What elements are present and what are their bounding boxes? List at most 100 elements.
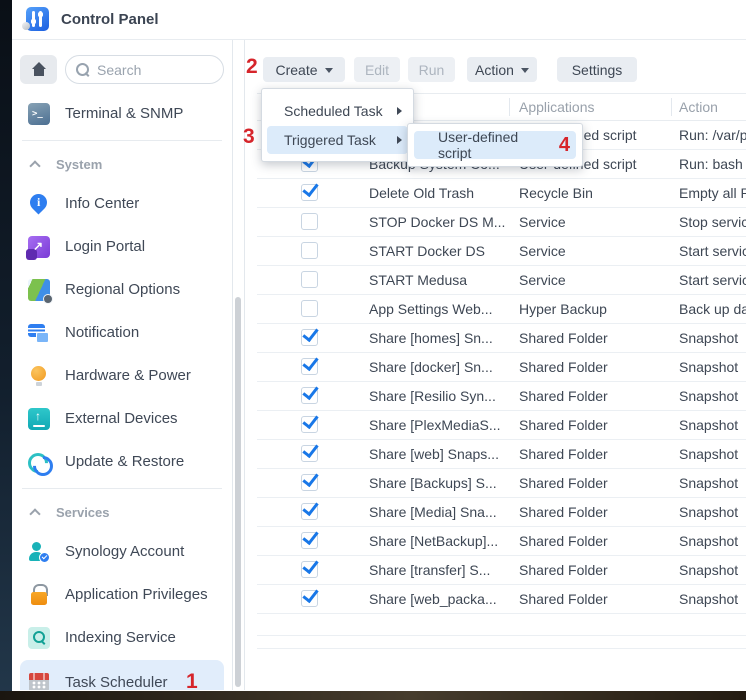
control-panel-icon — [22, 6, 49, 33]
table-row[interactable]: App Settings Web... Hyper Backup Back up… — [257, 295, 746, 324]
sidebar-item-login-portal[interactable]: Login Portal — [12, 225, 232, 268]
table-row[interactable]: Share [Backups] S... Shared Folder Snaps… — [257, 469, 746, 498]
menu-item-triggered-task[interactable]: Triggered Task — [267, 126, 408, 154]
sidebar-item-info-center[interactable]: Info Center — [12, 182, 232, 225]
chevron-up-icon — [29, 160, 40, 171]
action-cell: Empty all R — [679, 185, 746, 201]
sidebar-section-system[interactable]: System — [12, 146, 232, 182]
row-checkbox[interactable] — [301, 416, 318, 433]
sidebar-item-external-devices[interactable]: External Devices — [12, 397, 232, 440]
sidebar-divider — [22, 140, 222, 141]
task-name-cell: Share [PlexMediaS... — [369, 417, 511, 433]
screen: Control Panel Terminal & SNMP System Inf… — [0, 0, 746, 700]
row-checkbox[interactable] — [301, 503, 318, 520]
row-checkbox[interactable] — [301, 329, 318, 346]
task-name-cell: Share [Resilio Syn... — [369, 388, 511, 404]
task-name-cell: Share [web_packa... — [369, 591, 511, 607]
sidebar-item-update-restore[interactable]: Update & Restore — [12, 440, 232, 483]
external-devices-icon — [28, 408, 50, 430]
home-icon — [31, 63, 47, 76]
application-cell: Shared Folder — [519, 330, 671, 346]
sidebar-section-services[interactable]: Services — [12, 494, 232, 530]
menu-item-scheduled-task[interactable]: Scheduled Task — [262, 96, 413, 126]
sidebar-item-notification[interactable]: Notification — [12, 311, 232, 354]
chevron-down-icon — [325, 68, 333, 73]
table-row[interactable]: START Medusa Service Start servic — [257, 266, 746, 295]
sidebar-item-task-scheduler[interactable]: Task Scheduler 1 — [20, 660, 224, 690]
terminal-icon — [28, 103, 50, 125]
row-checkbox[interactable] — [301, 213, 318, 230]
sidebar-item-terminal-snmp[interactable]: Terminal & SNMP — [12, 92, 232, 135]
create-submenu: User-defined script 4 — [407, 123, 583, 167]
submenu-arrow-icon — [397, 107, 402, 115]
control-panel-window: Control Panel Terminal & SNMP System Inf… — [12, 0, 746, 691]
home-button[interactable] — [20, 55, 57, 84]
sidebar-item-application-privileges[interactable]: Application Privileges — [12, 573, 232, 616]
create-button[interactable]: Create — [263, 57, 345, 82]
application-cell: Shared Folder — [519, 562, 671, 578]
action-cell: Snapshot — [679, 417, 746, 433]
table-row[interactable]: Share [homes] Sn... Shared Folder Snapsh… — [257, 324, 746, 353]
table-row[interactable]: Share [web_packa... Shared Folder Snapsh… — [257, 585, 746, 614]
indexing-service-icon — [28, 627, 50, 649]
action-cell: Stop servic — [679, 214, 746, 230]
chevron-down-icon — [521, 68, 529, 73]
action-button[interactable]: Action — [467, 57, 537, 82]
scrollbar-thumb[interactable] — [235, 297, 241, 687]
row-checkbox[interactable] — [301, 590, 318, 607]
application-privileges-icon — [28, 584, 50, 606]
table-row[interactable]: Share [web] Snaps... Shared Folder Snaps… — [257, 440, 746, 469]
table-row[interactable]: Share [Resilio Syn... Shared Folder Snap… — [257, 382, 746, 411]
row-checkbox[interactable] — [301, 358, 318, 375]
table-row[interactable]: Share [NetBackup]... Shared Folder Snaps… — [257, 527, 746, 556]
sidebar-divider — [22, 488, 222, 489]
badge-clock-icon — [43, 294, 53, 304]
edit-button[interactable]: Edit — [354, 57, 400, 82]
settings-button[interactable]: Settings — [557, 57, 637, 82]
action-cell: Snapshot — [679, 359, 746, 375]
hardware-power-icon — [28, 365, 50, 387]
column-header-action[interactable]: Action — [679, 99, 718, 115]
action-cell: Start servic — [679, 272, 746, 288]
notification-icon — [28, 322, 50, 344]
desktop-background — [0, 691, 746, 700]
sidebar-item-hardware-power[interactable]: Hardware & Power — [12, 354, 232, 397]
search-input[interactable] — [97, 62, 213, 78]
task-name-cell: STOP Docker DS M... — [369, 214, 511, 230]
row-checkbox[interactable] — [301, 271, 318, 288]
action-cell: Run: bash / — [679, 156, 746, 172]
row-checkbox[interactable] — [301, 184, 318, 201]
table-row[interactable]: Delete Old Trash Recycle Bin Empty all R — [257, 179, 746, 208]
row-checkbox[interactable] — [301, 445, 318, 462]
task-table-body: User-defined script Run: /var/p Backup S… — [245, 121, 746, 614]
synology-account-icon — [28, 541, 50, 563]
column-header-applications[interactable]: Applications — [519, 99, 595, 115]
sidebar-item-indexing-service[interactable]: Indexing Service — [12, 616, 232, 659]
row-checkbox[interactable] — [301, 387, 318, 404]
table-row[interactable]: Share [docker] Sn... Shared Folder Snaps… — [257, 353, 746, 382]
row-checkbox[interactable] — [301, 561, 318, 578]
table-row[interactable]: Share [transfer] S... Shared Folder Snap… — [257, 556, 746, 585]
row-checkbox[interactable] — [301, 474, 318, 491]
task-name-cell: Share [Media] Sna... — [369, 504, 511, 520]
run-button[interactable]: Run — [408, 57, 455, 82]
search-box[interactable] — [65, 55, 224, 84]
action-cell: Snapshot — [679, 446, 746, 462]
menu-item-user-defined-script[interactable]: User-defined script 4 — [414, 131, 576, 159]
task-name-cell: Share [web] Snaps... — [369, 446, 511, 462]
row-checkbox[interactable] — [301, 242, 318, 259]
table-row[interactable]: Share [Media] Sna... Shared Folder Snaps… — [257, 498, 746, 527]
task-name-cell: App Settings Web... — [369, 301, 511, 317]
table-row[interactable]: Share [PlexMediaS... Shared Folder Snaps… — [257, 411, 746, 440]
application-cell: Shared Folder — [519, 504, 671, 520]
table-row[interactable]: START Docker DS Service Start servic — [257, 237, 746, 266]
row-checkbox[interactable] — [301, 300, 318, 317]
application-cell: Shared Folder — [519, 446, 671, 462]
row-checkbox[interactable] — [301, 532, 318, 549]
sidebar-item-regional-options[interactable]: Regional Options — [12, 268, 232, 311]
application-cell: Shared Folder — [519, 417, 671, 433]
table-row[interactable]: STOP Docker DS M... Service Stop servic — [257, 208, 746, 237]
chevron-up-icon — [29, 508, 40, 519]
sidebar-item-synology-account[interactable]: Synology Account — [12, 530, 232, 573]
task-name-cell: Share [docker] Sn... — [369, 359, 511, 375]
